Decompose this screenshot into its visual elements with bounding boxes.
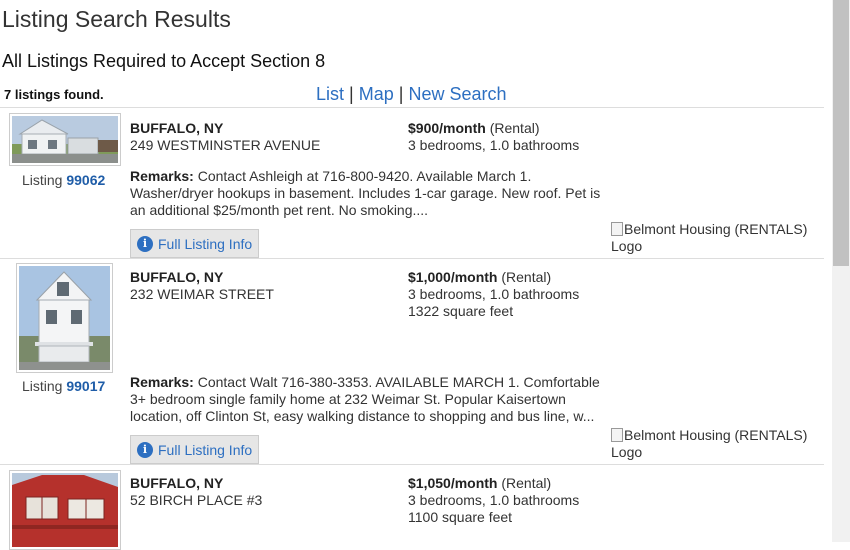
listing-price: $1,000/month (Rental) <box>408 269 552 285</box>
listing-beds-baths: 3 bedrooms, 1.0 bathrooms <box>408 492 580 508</box>
page-subtitle: All Listings Required to Accept Section … <box>2 51 326 71</box>
listing-id-link[interactable]: 99062 <box>66 172 105 188</box>
listing-street: 249 WESTMINSTER AVENUE <box>130 137 321 153</box>
listing-square-feet: 1322 square feet <box>408 303 514 319</box>
scrollbar-thumb[interactable] <box>833 0 849 266</box>
listing-photo[interactable] <box>9 113 121 166</box>
listing-id-link[interactable]: 99017 <box>66 378 105 394</box>
view-separator: | <box>349 84 354 104</box>
listing-city: BUFFALO, NY <box>130 269 224 285</box>
map-view-link[interactable]: Map <box>359 84 394 104</box>
listing-beds-baths: 3 bedrooms, 1.0 bathrooms <box>408 137 580 153</box>
listing-price: $900/month (Rental) <box>408 120 540 136</box>
results-count: 7 listings found. <box>4 87 104 102</box>
listing-card: Listing 99017 BUFFALO, NY 232 WEIMAR STR… <box>0 259 824 464</box>
view-separator: | <box>398 84 404 104</box>
info-icon: i <box>137 441 153 458</box>
broken-image-icon <box>611 428 623 442</box>
listing-square-feet: 1100 square feet <box>408 509 513 525</box>
listing-street: 52 BIRCH PLACE #3 <box>130 492 263 508</box>
listing-remarks: Remarks: Contact Walt 716-380-3353. AVAI… <box>130 374 600 424</box>
broken-image-icon <box>611 222 623 236</box>
info-icon: i <box>137 235 153 252</box>
landlord-logo: Belmont Housing (RENTALS) Logo <box>611 221 808 254</box>
vertical-scrollbar[interactable] <box>832 0 850 542</box>
listing-number: Listing 99017 <box>22 378 106 394</box>
listing-price: $1,050/month (Rental) <box>408 475 552 491</box>
listing-card: Listing 99062 BUFFALO, NY 249 WESTMINSTE… <box>0 108 824 258</box>
new-search-link[interactable]: New Search <box>408 84 506 104</box>
listing-city: BUFFALO, NY <box>130 475 224 491</box>
listing-card: BUFFALO, NY 52 BIRCH PLACE #3 $1,050/mon… <box>0 465 824 550</box>
listing-remarks: Remarks: Contact Ashleigh at 716-800-942… <box>130 168 601 218</box>
listing-number: Listing 99062 <box>22 172 106 188</box>
search-results-page: Listing Search Results All Listings Requ… <box>0 0 832 550</box>
landlord-logo: Belmont Housing (RENTALS) Logo <box>611 427 808 460</box>
listing-photo[interactable] <box>16 263 113 373</box>
view-switcher: List | Map | New Search <box>316 84 507 105</box>
listing-photo[interactable] <box>9 470 121 550</box>
house-photo-image <box>12 116 118 163</box>
full-listing-info-button[interactable]: i Full Listing Info <box>130 435 259 464</box>
house-photo-image <box>19 266 110 370</box>
listing-street: 232 WEIMAR STREET <box>130 286 274 302</box>
list-view-link[interactable]: List <box>316 84 344 104</box>
listing-beds-baths: 3 bedrooms, 1.0 bathrooms <box>408 286 580 302</box>
page-title: Listing Search Results <box>2 6 231 32</box>
full-listing-info-button[interactable]: i Full Listing Info <box>130 229 259 258</box>
listing-city: BUFFALO, NY <box>130 120 224 136</box>
house-photo-image <box>12 473 118 547</box>
